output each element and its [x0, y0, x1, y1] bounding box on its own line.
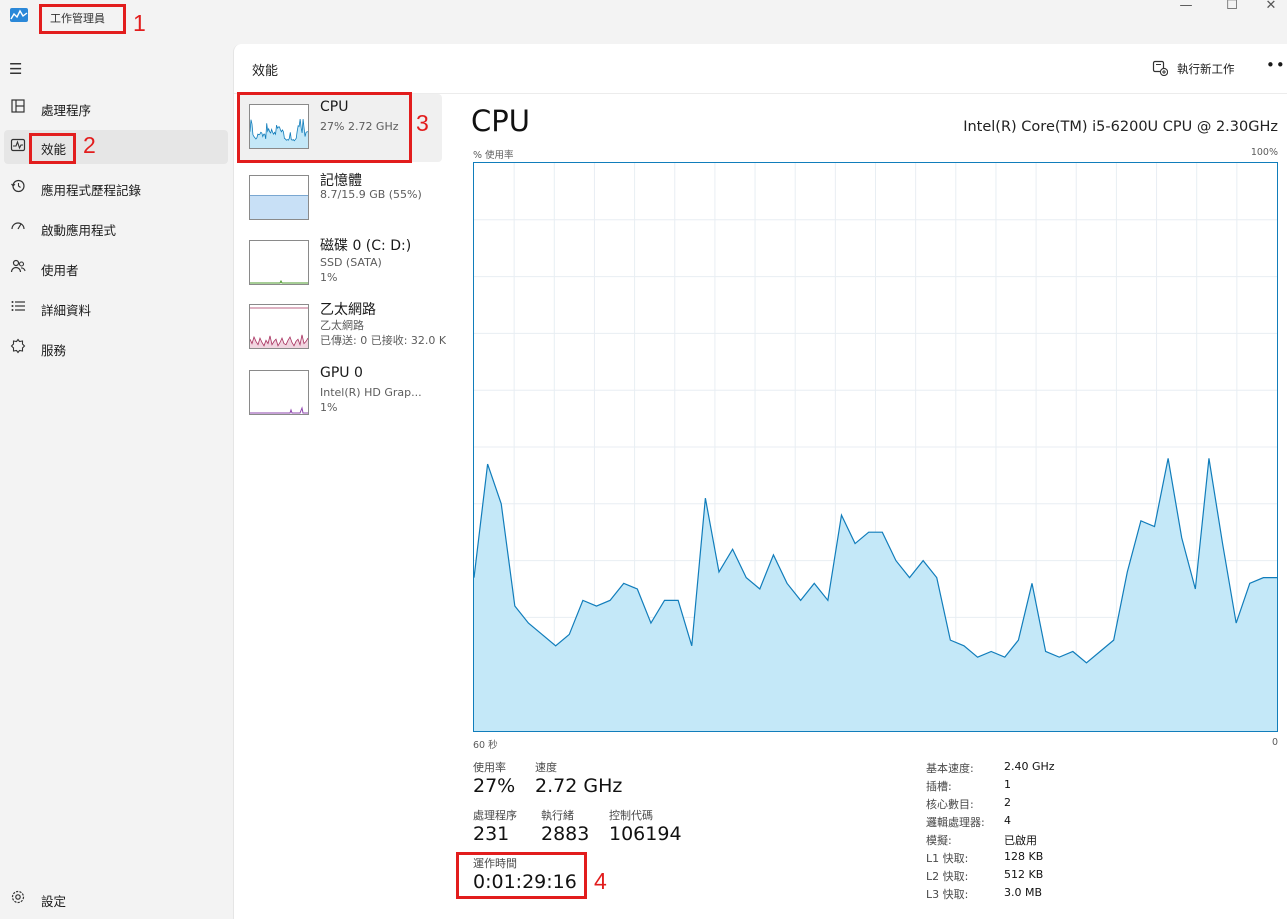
nav-item-details[interactable]: 詳細資料 — [4, 291, 228, 325]
nav-label: 使用者 — [41, 263, 79, 278]
spec-label: 基本速度: — [926, 762, 974, 775]
close-button[interactable]: ✕ — [1255, 0, 1287, 16]
spec-label: 核心數目: — [926, 798, 974, 811]
memory-thumbnail-graph — [249, 175, 309, 220]
run-new-task-label: 執行新工作 — [1177, 62, 1235, 76]
resource-sub: 已傳送: 0 已接收: 32.0 K — [320, 334, 446, 347]
more-options-button[interactable]: ••• — [1266, 56, 1287, 74]
nav-label: 詳細資料 — [41, 303, 92, 318]
nav-label: 處理程序 — [41, 103, 92, 118]
memory-fill — [250, 195, 308, 219]
resource-sub: 1% — [320, 271, 338, 284]
settings-gear-icon — [11, 890, 25, 904]
resource-sub: 乙太網路 — [320, 319, 364, 332]
spec-value: 4 — [1004, 814, 1011, 827]
title-bar: 工作管理員 — ☐ ✕ — [0, 0, 1287, 40]
spec-label: L1 快取: — [926, 852, 969, 865]
annotation-box-4 — [456, 852, 587, 899]
resource-item-disk[interactable]: 磁碟 0 (C: D:) SSD (SATA) 1% — [238, 230, 442, 294]
app-history-icon — [11, 179, 25, 193]
annotation-number-1: 1 — [133, 10, 146, 36]
cpu-title: CPU — [471, 104, 530, 138]
nav-label: 應用程式歷程記錄 — [41, 183, 142, 198]
processes-label: 處理程序 — [473, 809, 517, 822]
annotation-box-3 — [237, 92, 412, 163]
ethernet-thumbnail-graph — [249, 304, 309, 349]
annotation-number-4: 4 — [594, 868, 607, 894]
gpu-thumbnail-graph — [249, 370, 309, 415]
main-panel: 效能 執行新工作 ••• CPU 27% 2.72 GHz 記憶體 8.7/15… — [233, 44, 1287, 919]
threads-value: 2883 — [541, 823, 590, 845]
maximize-button[interactable]: ☐ — [1209, 0, 1255, 16]
resource-name: 乙太網路 — [320, 302, 376, 318]
spec-value: 512 KB — [1004, 868, 1044, 881]
processes-value: 231 — [473, 823, 510, 845]
run-new-task-icon — [1152, 60, 1168, 76]
resource-sub: SSD (SATA) — [320, 256, 382, 269]
handles-label: 控制代碼 — [609, 809, 653, 822]
spec-label: 邏輯處理器: — [926, 816, 985, 829]
annotation-number-2: 2 — [83, 132, 96, 158]
performance-icon — [10, 138, 26, 152]
page-title: 效能 — [252, 64, 279, 79]
nav-item-startup-apps[interactable]: 啟動應用程式 — [4, 211, 228, 245]
speed-label: 速度 — [535, 761, 557, 774]
resource-sub: Intel(R) HD Grap... — [320, 386, 422, 399]
spec-value: 3.0 MB — [1004, 886, 1043, 899]
nav-sidebar: ☰ 處理程序 效能 應用程式歷程記錄 啟動應用程式 使用者 詳細資料 服務 設定 — [0, 44, 232, 919]
nav-item-processes[interactable]: 處理程序 — [4, 91, 228, 125]
graph-ylabel: % 使用率 — [473, 150, 514, 161]
resource-item-memory[interactable]: 記憶體 8.7/15.9 GB (55%) — [238, 165, 442, 229]
annotation-box-1 — [39, 4, 126, 34]
resource-item-gpu[interactable]: GPU 0 Intel(R) HD Grap... 1% — [238, 360, 442, 424]
resource-name: 磁碟 0 (C: D:) — [320, 238, 412, 254]
settings-label: 設定 — [41, 894, 67, 909]
resource-item-ethernet[interactable]: 乙太網路 乙太網路 已傳送: 0 已接收: 32.0 K — [238, 294, 446, 358]
handles-value: 106194 — [609, 823, 682, 845]
utilization-label: 使用率 — [473, 761, 506, 774]
spec-value: 已啟用 — [1004, 834, 1037, 847]
cpu-detail-panel: CPU Intel(R) Core(TM) i5-6200U CPU @ 2.3… — [471, 94, 1287, 919]
nav-item-services[interactable]: 服務 — [4, 331, 228, 365]
disk-thumbnail-graph — [249, 240, 309, 285]
nav-label: 啟動應用程式 — [41, 223, 117, 238]
nav-item-settings[interactable]: 設定 — [4, 882, 228, 916]
hamburger-menu-icon[interactable]: ☰ — [9, 60, 22, 78]
resource-name: 記憶體 — [320, 173, 362, 189]
annotation-number-3: 3 — [416, 110, 429, 136]
spec-value: 1 — [1004, 778, 1011, 791]
nav-item-app-history[interactable]: 應用程式歷程記錄 — [4, 171, 228, 205]
details-icon — [11, 301, 25, 311]
page-header: 效能 執行新工作 ••• — [234, 44, 1287, 94]
threads-label: 執行緒 — [541, 809, 574, 822]
spec-value: 2 — [1004, 796, 1011, 809]
processes-icon — [11, 99, 25, 113]
spec-label: L2 快取: — [926, 870, 969, 883]
resource-name: GPU 0 — [320, 365, 363, 381]
cpu-model: Intel(R) Core(TM) i5-6200U CPU @ 2.30GHz — [963, 119, 1278, 135]
spec-label: 插槽: — [926, 780, 952, 793]
nav-item-users[interactable]: 使用者 — [4, 251, 228, 285]
spec-value: 128 KB — [1004, 850, 1044, 863]
startup-apps-icon — [11, 222, 25, 230]
annotation-box-2 — [29, 133, 76, 164]
users-icon — [10, 259, 26, 273]
services-icon — [10, 338, 26, 354]
resource-sub: 8.7/15.9 GB (55%) — [320, 188, 422, 201]
speed-value: 2.72 GHz — [535, 775, 623, 797]
utilization-value: 27% — [473, 775, 516, 797]
cpu-utilization-graph — [473, 162, 1278, 732]
spec-label: 模擬: — [926, 834, 952, 847]
nav-label: 服務 — [41, 343, 67, 358]
spec-value: 2.40 GHz — [1004, 760, 1055, 773]
minimize-button[interactable]: — — [1163, 0, 1209, 16]
graph-ymax: 100% — [1250, 147, 1278, 158]
task-manager-app-icon — [10, 8, 28, 22]
resource-sub: 1% — [320, 401, 338, 414]
graph-xleft: 60 秒 — [473, 740, 498, 751]
spec-label: L3 快取: — [926, 888, 969, 901]
graph-xright: 0 — [1271, 737, 1278, 748]
